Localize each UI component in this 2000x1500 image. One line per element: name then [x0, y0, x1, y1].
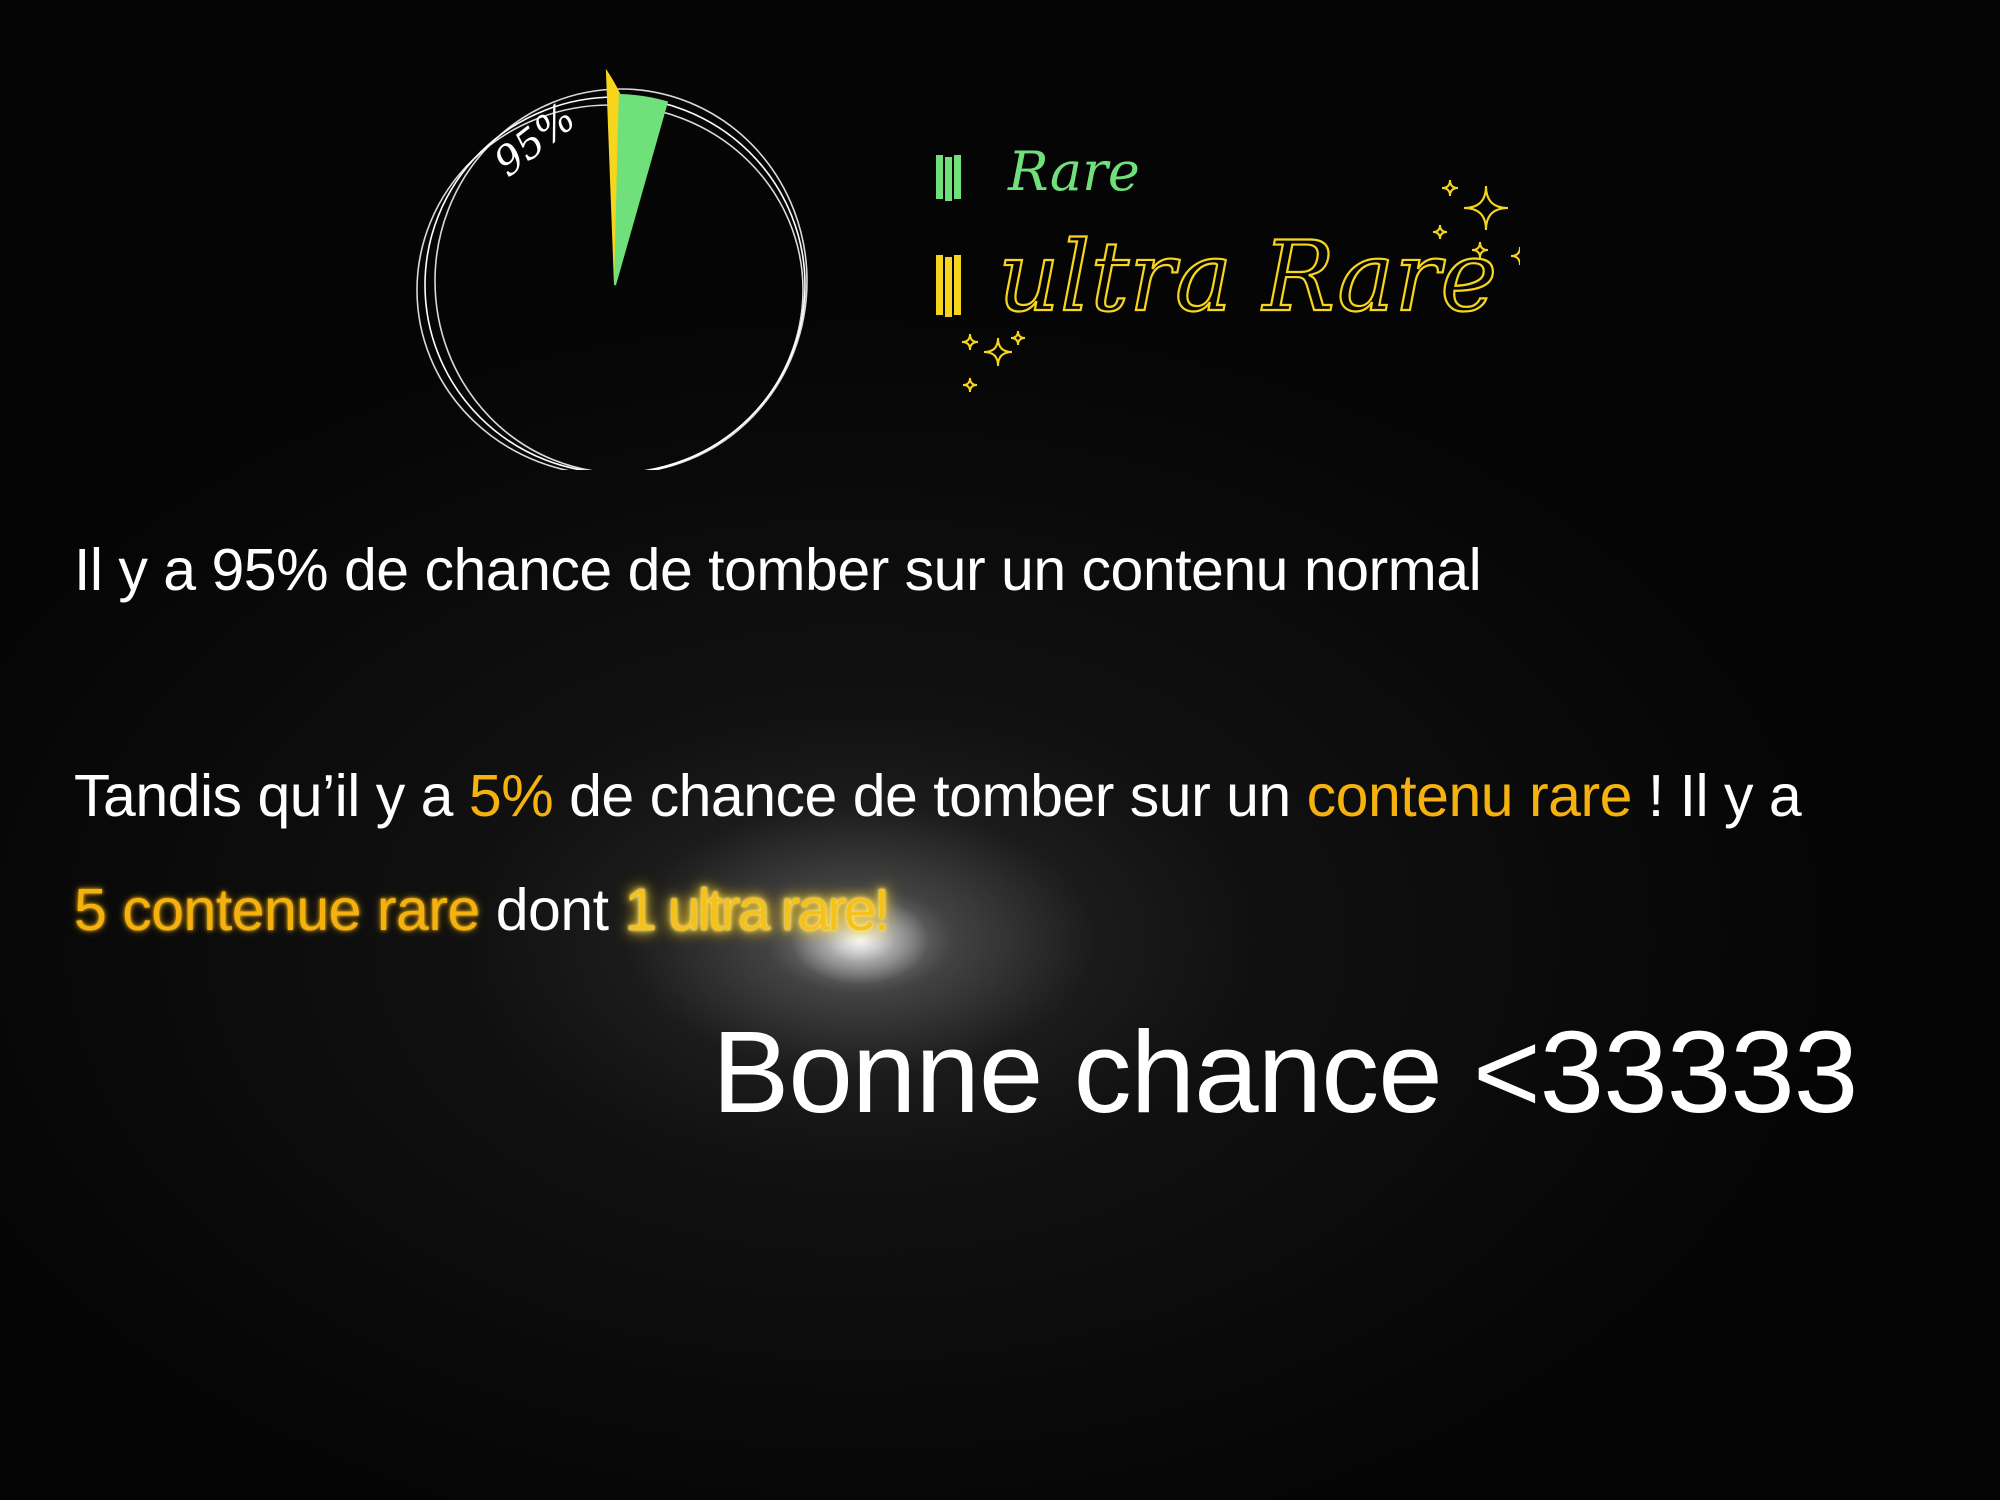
probability-line-rare: Tandis qu’il y a 5% de chance de tomber … — [74, 762, 1802, 830]
legend-label-ultra-rare: ultra Rare — [998, 221, 1497, 333]
ultra-rare-highlight: 1 ultra rare! — [624, 877, 890, 943]
rare-percent: 5% — [468, 763, 554, 829]
sparkle-icon — [1010, 330, 1026, 346]
swatch-stroke — [945, 257, 952, 317]
probability-line-normal: Il y a 95% de chance de tomber sur un co… — [74, 537, 1482, 603]
legend-item-rare: Rare — [936, 140, 1140, 203]
text-segment: de chance de tomber sur un — [553, 763, 1307, 829]
swatch-stroke — [936, 155, 943, 199]
sparkle-icon — [961, 333, 979, 351]
rare-count-highlight: 5 contenue rare — [74, 877, 480, 943]
text-segment: ! Il y a — [1631, 763, 1802, 829]
swatch-stroke — [954, 155, 961, 199]
legend-swatch-ultra-rare — [936, 255, 961, 317]
closing-message: Bonne chance <33333 — [712, 1007, 1858, 1137]
swatch-stroke — [954, 255, 961, 315]
sparkle-icon — [962, 377, 978, 393]
sparkle-icon — [1441, 179, 1459, 197]
text-segment: dont — [479, 877, 625, 943]
pie-slices — [605, 68, 669, 286]
rare-content-highlight: contenu rare — [1306, 763, 1633, 829]
text-segment: Tandis qu’il y a — [74, 763, 469, 829]
chart-legend: Rare ultra Rare — [936, 140, 1520, 393]
sparkle-icon — [983, 337, 1013, 367]
legend-label-rare: Rare — [1007, 140, 1140, 203]
pie-slice-rare — [614, 94, 669, 286]
rare-count-line: 5 contenue rare dont 1 ultra rare! — [74, 876, 890, 944]
legend-swatch-rare — [936, 155, 961, 201]
sparkle-icon — [1510, 246, 1520, 266]
pie-chart: 95% — [416, 68, 808, 470]
swatch-stroke — [936, 255, 943, 315]
legend-item-ultra-rare: ultra Rare — [936, 220, 1498, 334]
swatch-stroke — [945, 157, 952, 201]
